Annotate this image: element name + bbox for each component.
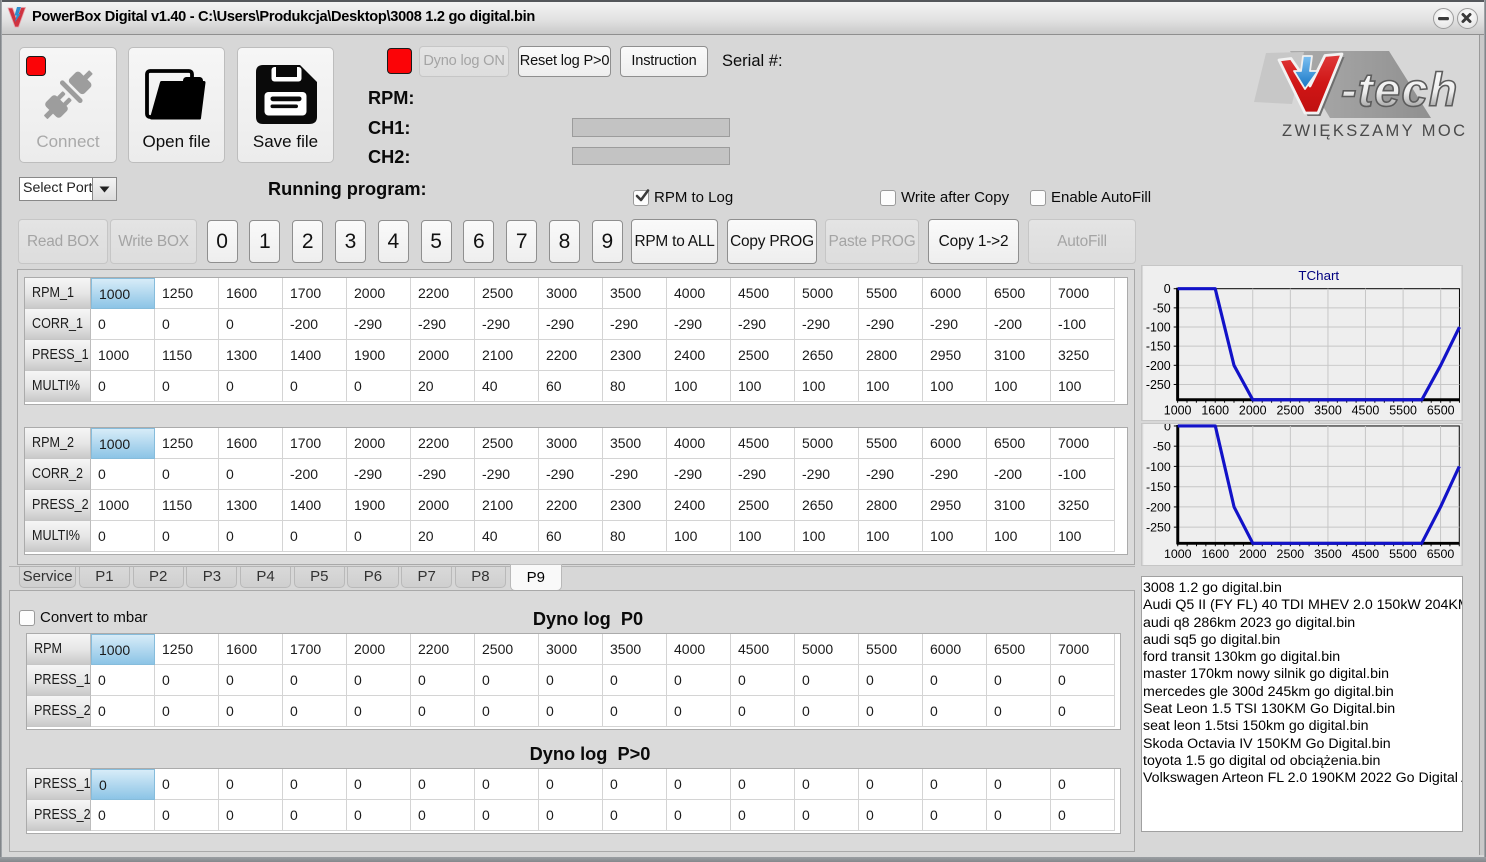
svg-text:1000: 1000	[1164, 547, 1192, 561]
svg-text:5500: 5500	[1389, 404, 1417, 418]
svg-text:-tech: -tech	[1341, 63, 1458, 116]
svg-text:-100: -100	[1146, 320, 1171, 334]
svg-text:1000: 1000	[1164, 404, 1192, 418]
svg-text:0: 0	[1164, 423, 1171, 433]
svg-text:-50: -50	[1153, 440, 1171, 454]
svg-text:-200: -200	[1146, 359, 1171, 373]
svg-text:-150: -150	[1146, 480, 1171, 494]
svg-text:6500: 6500	[1427, 404, 1455, 418]
svg-text:4500: 4500	[1352, 404, 1380, 418]
svg-text:1600: 1600	[1202, 547, 1230, 561]
svg-text:-100: -100	[1146, 460, 1171, 474]
svg-text:3500: 3500	[1314, 547, 1342, 561]
svg-text:-250: -250	[1146, 521, 1171, 535]
svg-text:-150: -150	[1146, 340, 1171, 354]
svg-text:4500: 4500	[1352, 547, 1380, 561]
svg-text:-50: -50	[1153, 301, 1171, 315]
svg-text:ZWIĘKSZAMY MOC: ZWIĘKSZAMY MOC	[1282, 122, 1467, 140]
svg-text:2500: 2500	[1277, 404, 1305, 418]
svg-text:1600: 1600	[1201, 404, 1229, 418]
svg-text:2000: 2000	[1239, 547, 1267, 561]
svg-text:2500: 2500	[1277, 547, 1305, 561]
svg-text:-250: -250	[1146, 378, 1171, 392]
svg-text:-200: -200	[1146, 500, 1171, 514]
svg-text:6500: 6500	[1427, 547, 1455, 561]
svg-text:2000: 2000	[1239, 404, 1267, 418]
svg-text:0: 0	[1164, 282, 1171, 296]
svg-text:TChart: TChart	[1298, 268, 1339, 283]
svg-text:5500: 5500	[1389, 547, 1417, 561]
svg-text:3500: 3500	[1314, 404, 1342, 418]
